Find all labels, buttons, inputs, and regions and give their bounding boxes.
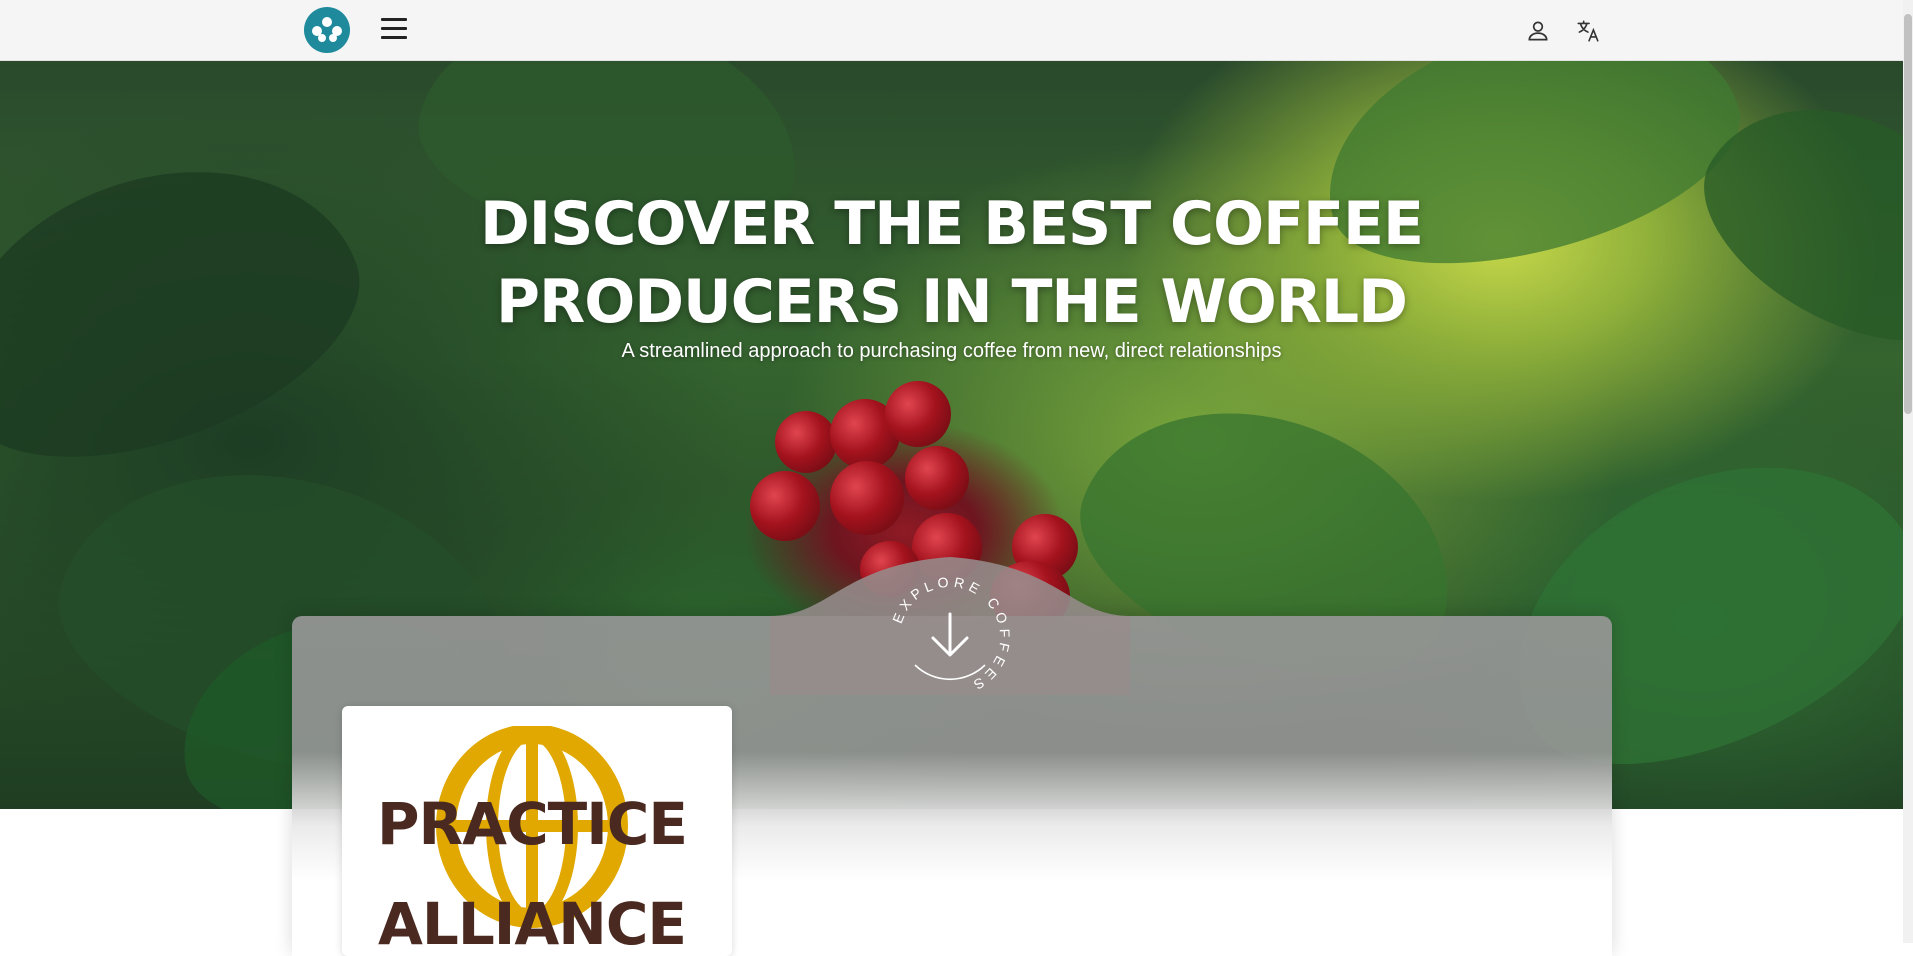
hero-title: DISCOVER THE BEST COFFEE PRODUCERS IN TH…: [0, 185, 1903, 341]
hero-subtitle: A streamlined approach to purchasing cof…: [621, 340, 1282, 362]
top-nav-bar: [0, 0, 1903, 61]
producer-card[interactable]: PRACTICE ALLIANCE: [342, 706, 732, 956]
producer-logo-line2: ALLIANCE: [378, 890, 686, 956]
scrollbar-thumb[interactable]: [1904, 14, 1912, 414]
hamburger-menu-icon[interactable]: [381, 18, 407, 40]
explore-coffees-button[interactable]: EXPLORE COFFEES: [885, 572, 1015, 702]
translate-icon[interactable]: [1575, 18, 1601, 44]
arrow-down-icon: [931, 612, 969, 657]
hero-title-line2: PRODUCERS IN THE WORLD: [496, 267, 1408, 337]
practice-alliance-logo: PRACTICE ALLIANCE: [377, 726, 688, 956]
brand-logo-icon[interactable]: [304, 7, 350, 53]
page-scrollbar[interactable]: [1903, 0, 1913, 943]
producer-logo-line1: PRACTICE: [377, 790, 687, 858]
user-icon[interactable]: [1525, 18, 1551, 44]
hero-title-line1: DISCOVER THE BEST COFFEE: [479, 189, 1424, 259]
